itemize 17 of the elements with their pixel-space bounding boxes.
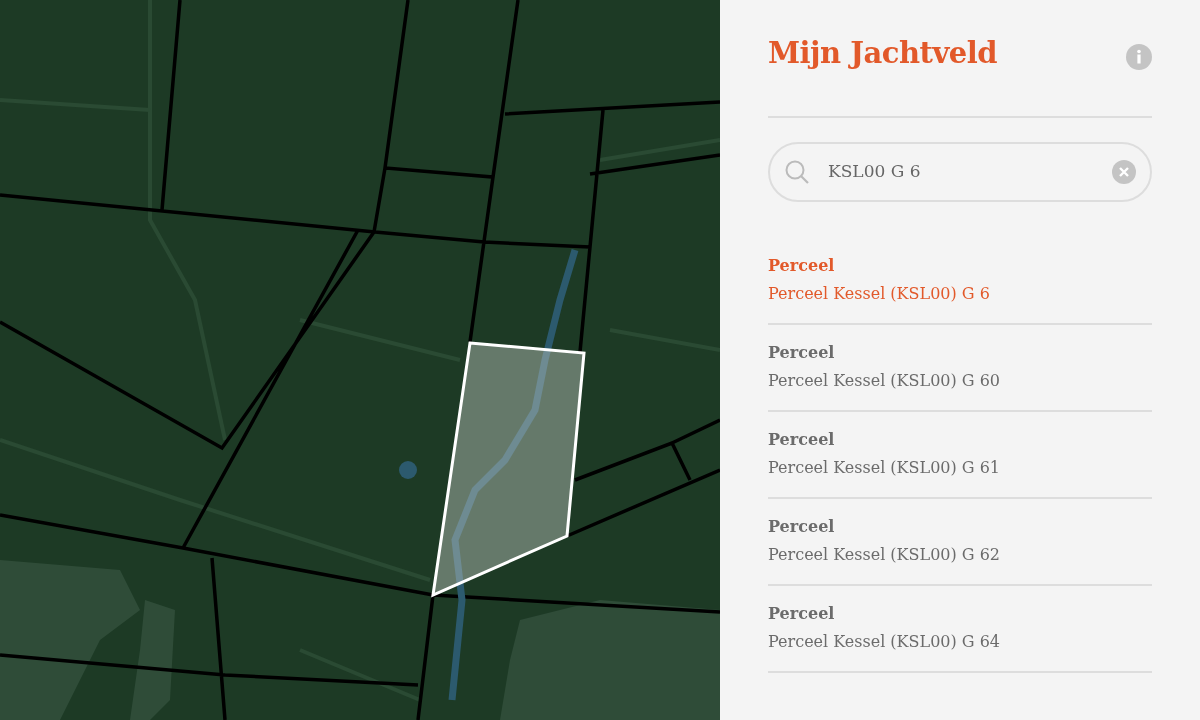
result-link[interactable]: Perceel Kessel (KSL00) G 62	[768, 543, 1001, 567]
result-link[interactable]: Perceel Kessel (KSL00) G 60	[768, 369, 1001, 393]
result-type: Perceel	[768, 603, 835, 625]
result-link[interactable]: Perceel Kessel (KSL00) G 64	[768, 630, 1001, 654]
info-icon[interactable]	[1126, 44, 1152, 70]
result-type: Perceel	[768, 429, 835, 451]
result-link[interactable]: Perceel Kessel (KSL00) G 61	[768, 456, 1001, 480]
search-icon	[784, 159, 810, 185]
app-title: Mijn Jachtveld	[768, 36, 998, 71]
clear-icon[interactable]	[1112, 160, 1136, 184]
result-type: Perceel	[768, 342, 835, 364]
result-link[interactable]: Perceel Kessel (KSL00) G 6	[768, 282, 990, 306]
result-type: Perceel	[768, 516, 835, 538]
search-bar[interactable]: KSL00 G 6	[768, 142, 1152, 202]
pond-drawing	[399, 461, 417, 479]
result-type: Perceel	[768, 255, 835, 277]
search-field[interactable]: KSL00 G 6	[826, 158, 1096, 186]
